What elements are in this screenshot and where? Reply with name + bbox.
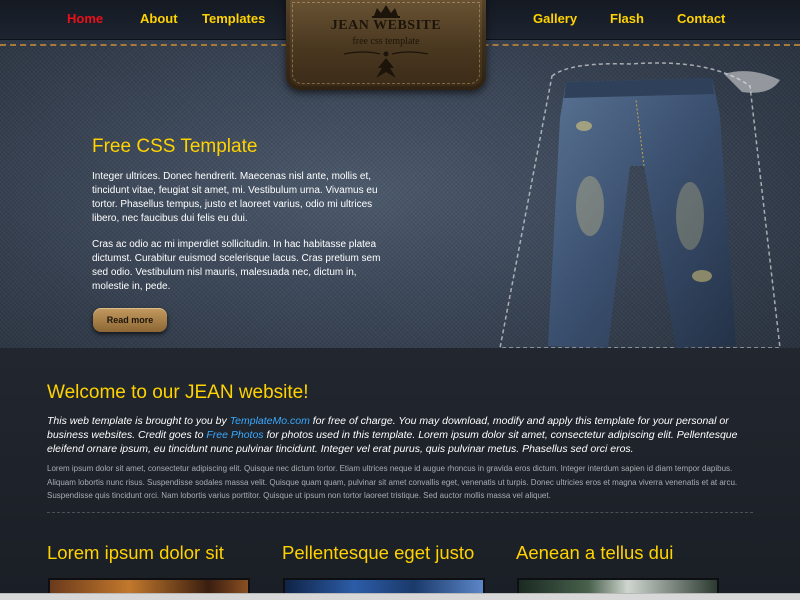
hero-banner: Home About Templates Gallery Flash Conta… (0, 0, 800, 348)
column-title: Pellentesque eget justo (282, 542, 475, 563)
welcome-body-paragraph: Lorem ipsum dolor sit amet, consectetur … (47, 464, 738, 500)
free-photos-link[interactable]: Free Photos (206, 429, 263, 441)
nav-gallery-link[interactable]: Gallery (533, 11, 577, 26)
logo-title: JEAN WEBSITE (330, 18, 442, 33)
nav-home-link[interactable]: Home (67, 11, 103, 26)
nav-contact-link[interactable]: Contact (677, 11, 725, 26)
read-more-button[interactable]: Read more (93, 308, 167, 332)
nav-flash-link[interactable]: Flash (610, 11, 644, 26)
logo-subtitle: free css template (352, 36, 420, 47)
fleur-ornament-icon (343, 51, 429, 78)
intro-text: This web template is brought to you by (47, 415, 230, 427)
site-logo[interactable]: JEAN WEBSITE free css template (286, 0, 486, 90)
templatemo-link[interactable]: TemplateMo.com (230, 415, 310, 427)
jeans-image (499, 62, 781, 348)
main-content: Welcome to our JEAN website! This web te… (0, 348, 800, 600)
nav-templates-link[interactable]: Templates (202, 11, 265, 26)
hero-paragraph: Cras ac odio ac mi imperdiet sollicitudi… (92, 239, 381, 292)
hero-paragraph: Integer ultrices. Donec hendrerit. Maece… (92, 171, 378, 224)
crown-crest-icon (372, 5, 400, 18)
browser-bottom-strip (0, 593, 800, 600)
nav-about-link[interactable]: About (140, 11, 178, 26)
welcome-heading: Welcome to our JEAN website! (47, 382, 309, 403)
column-title: Lorem ipsum dolor sit (47, 542, 224, 563)
content-divider (47, 512, 753, 513)
column-title: Aenean a tellus dui (516, 542, 674, 563)
hero-title: Free CSS Template (92, 136, 258, 157)
welcome-intro-paragraph: This web template is brought to you by T… (47, 414, 747, 456)
